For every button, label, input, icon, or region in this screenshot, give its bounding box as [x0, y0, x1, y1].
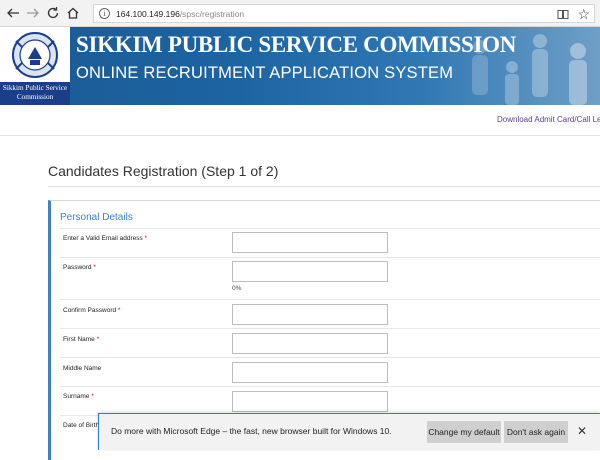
address-bar[interactable]: i 164.100.149.196/spsc/registration ☆	[93, 4, 595, 23]
browser-toolbar: i 164.100.149.196/spsc/registration ☆	[0, 0, 600, 27]
email-label: Enter a Valid Email address *	[63, 235, 148, 242]
middle-name-field[interactable]	[232, 362, 388, 383]
password-field[interactable]	[232, 261, 388, 282]
forward-arrow-icon[interactable]	[24, 4, 42, 22]
first-name-label: First Name *	[63, 336, 100, 343]
logo-caption: Sikkim Public Service Commission	[0, 82, 70, 105]
section-title: Personal Details	[60, 212, 133, 223]
star-icon[interactable]: ☆	[577, 6, 590, 22]
url-text[interactable]: 164.100.149.196/spsc/registration	[116, 9, 244, 19]
page-title: Candidates Registration (Step 1 of 2)	[48, 163, 279, 179]
divider	[60, 299, 600, 300]
first-name-field[interactable]	[232, 333, 388, 354]
change-default-button[interactable]: Change my default	[427, 421, 501, 443]
notification-message: Do more with Microsoft Edge – the fast, …	[111, 426, 392, 436]
date-of-birth-label: Date of Birth	[63, 422, 100, 429]
home-icon[interactable]	[64, 4, 82, 22]
divider	[60, 357, 600, 358]
close-icon[interactable]: ✕	[575, 424, 589, 438]
surname-label: Surname *	[63, 393, 94, 400]
divider	[60, 257, 600, 258]
divider	[48, 186, 600, 187]
divider	[60, 228, 600, 229]
surname-field[interactable]	[232, 391, 388, 412]
reading-view-icon[interactable]	[557, 8, 569, 20]
site-subtitle: ONLINE RECRUITMENT APPLICATION SYSTEM	[76, 64, 454, 82]
confirm-password-field[interactable]	[232, 304, 388, 325]
divider	[60, 328, 600, 329]
refresh-icon[interactable]	[44, 4, 62, 22]
header-banner: Sikkim Public Service Commission SIKKIM …	[0, 27, 600, 105]
password-strength-meter: 0%	[232, 285, 242, 292]
seal-emblem-icon	[12, 32, 58, 78]
divider	[0, 135, 600, 136]
commission-logo[interactable]: Sikkim Public Service Commission	[0, 27, 70, 105]
site-title: SIKKIM PUBLIC SERVICE COMMISSION	[76, 32, 517, 57]
download-admit-card-link[interactable]: Download Admit Card/Call Letter	[497, 115, 600, 124]
dont-ask-again-button[interactable]: Don't ask again	[504, 421, 568, 443]
edge-notification-bar: Do more with Microsoft Edge – the fast, …	[98, 413, 600, 450]
info-icon[interactable]: i	[99, 8, 110, 19]
confirm-password-label: Confirm Password *	[63, 307, 121, 314]
middle-name-label: Middle Name	[63, 365, 102, 372]
email-field[interactable]	[232, 232, 388, 253]
divider	[60, 386, 600, 387]
back-arrow-icon[interactable]	[4, 4, 22, 22]
password-label: Password *	[63, 264, 96, 271]
